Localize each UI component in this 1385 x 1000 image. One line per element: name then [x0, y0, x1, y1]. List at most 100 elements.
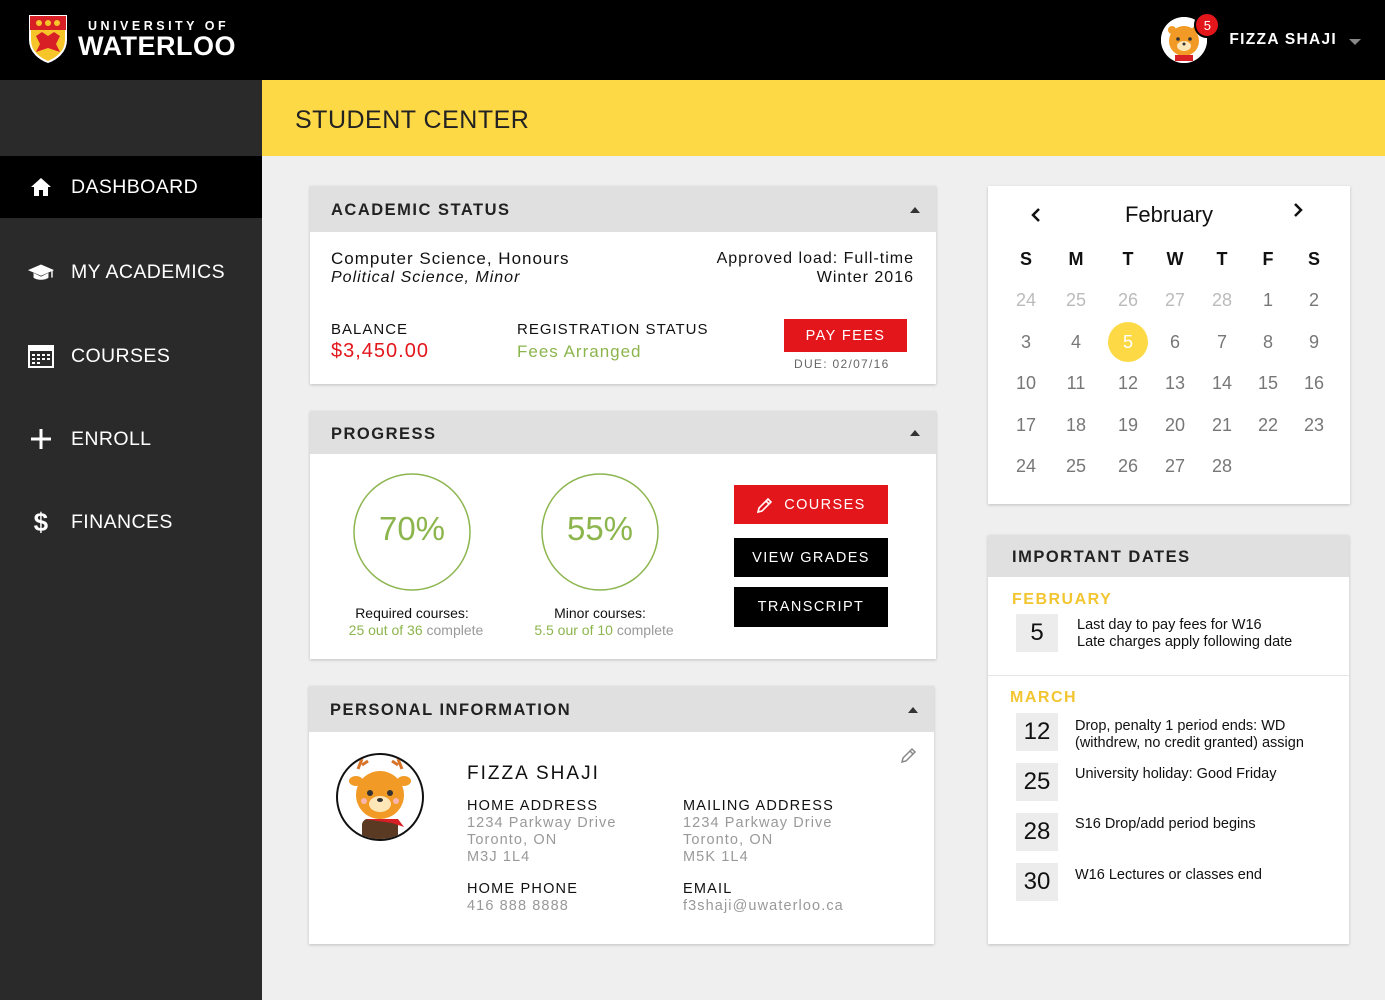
- user-name[interactable]: FIZZA SHAJI: [1229, 31, 1337, 49]
- weekday-header: W: [1166, 249, 1184, 269]
- calendar-day[interactable]: 28: [1202, 456, 1242, 477]
- sidebar-item-dashboard[interactable]: DASHBOARD: [0, 156, 262, 218]
- home-address: 1234 Parkway Drive Toronto, ON M3J 1L4: [467, 815, 617, 866]
- calendar-day[interactable]: 26: [1108, 456, 1148, 477]
- chevron-down-icon[interactable]: [1349, 38, 1361, 45]
- balance-label: BALANCE: [331, 321, 409, 338]
- calendar-day[interactable]: 6: [1155, 332, 1195, 353]
- collapse-icon[interactable]: [908, 707, 918, 713]
- calendar-day[interactable]: 17: [1006, 415, 1046, 436]
- sidebar-item-label: COURSES: [71, 344, 171, 367]
- calendar-day[interactable]: 18: [1056, 415, 1096, 436]
- shield-crest-icon: [29, 15, 67, 64]
- top-bar: UNIVERSITY OF WATERLOO 5 FIZZA SHAJI: [0, 0, 1385, 80]
- weekday-header: S: [1019, 249, 1032, 269]
- calendar-day-outside-month[interactable]: 27: [1155, 290, 1195, 311]
- calendar-day[interactable]: 19: [1108, 415, 1148, 436]
- home-icon: [27, 173, 55, 201]
- mailing-address-label: MAILING ADDRESS: [683, 798, 834, 814]
- edit-pencil-icon[interactable]: [900, 746, 918, 764]
- calendar-day[interactable]: 23: [1294, 415, 1334, 436]
- calendar-day-outside-month[interactable]: 25: [1056, 290, 1096, 311]
- calendar-next-button[interactable]: [1292, 202, 1304, 223]
- date-description: Drop, penalty 1 period ends: WD (withdre…: [1075, 718, 1304, 752]
- calendar-day-outside-month[interactable]: 28: [1202, 290, 1242, 311]
- academic-status-card: ACADEMIC STATUS Computer Science, Honour…: [310, 186, 936, 384]
- calendar-day[interactable]: 20: [1155, 415, 1195, 436]
- calendar-day[interactable]: 8: [1248, 332, 1288, 353]
- card-header[interactable]: PERSONAL INFORMATION: [309, 686, 934, 732]
- calendar-day[interactable]: 12: [1108, 373, 1148, 394]
- calendar-day-outside-month[interactable]: 26: [1108, 290, 1148, 311]
- weekday-header: T: [1122, 249, 1134, 269]
- required-progress-ring: 70%: [352, 472, 472, 592]
- card-header: IMPORTANT DATES: [988, 535, 1349, 577]
- calendar-grid-icon: [27, 342, 55, 370]
- sidebar-item-label: ENROLL: [71, 427, 152, 450]
- transcript-button[interactable]: TRANSCRIPT: [734, 587, 888, 627]
- required-caption: Required courses:: [355, 605, 469, 621]
- card-title: IMPORTANT DATES: [1012, 548, 1191, 566]
- view-grades-button[interactable]: VIEW GRADES: [734, 538, 888, 577]
- calendar-day[interactable]: 10: [1006, 373, 1046, 394]
- calendar-day[interactable]: 16: [1294, 373, 1334, 394]
- date-badge: 25: [1016, 763, 1058, 801]
- home-phone: 416 888 8888: [467, 898, 569, 914]
- date-description-line: (withdrew, no credit granted) assign: [1075, 735, 1304, 751]
- calendar-day[interactable]: 13: [1155, 373, 1195, 394]
- calendar-day[interactable]: 27: [1155, 456, 1195, 477]
- minor-detail: 5.5 our of 10 complete: [520, 622, 688, 638]
- calendar-day[interactable]: 11: [1056, 373, 1096, 394]
- card-title: ACADEMIC STATUS: [331, 201, 511, 219]
- sidebar-item-label: MY ACADEMICS: [71, 260, 225, 283]
- calendar-day[interactable]: 25: [1056, 456, 1096, 477]
- calendar-day-outside-month[interactable]: 24: [1006, 290, 1046, 311]
- sidebar-item-enroll[interactable]: ENROLL: [0, 408, 262, 470]
- university-logo[interactable]: UNIVERSITY OF WATERLOO: [28, 14, 236, 64]
- home-address-label: HOME ADDRESS: [467, 798, 599, 814]
- pay-fees-button[interactable]: PAY FEES: [784, 319, 907, 352]
- month-label-february: FEBRUARY: [1012, 591, 1113, 608]
- profile-avatar: [336, 753, 424, 841]
- calendar-day[interactable]: 7: [1202, 332, 1242, 353]
- calendar-day[interactable]: 9: [1294, 332, 1334, 353]
- card-title: PERSONAL INFORMATION: [330, 701, 572, 719]
- calendar-day[interactable]: 24: [1006, 456, 1046, 477]
- sidebar-item-courses[interactable]: COURSES: [0, 325, 262, 387]
- calendar-day[interactable]: 1: [1248, 290, 1288, 311]
- courses-button[interactable]: COURSES: [734, 485, 888, 524]
- calendar-day[interactable]: 3: [1006, 332, 1046, 353]
- home-address-line: M3J 1L4: [467, 849, 531, 865]
- sidebar-item-finances[interactable]: $ FINANCES: [0, 491, 262, 553]
- weekday-header: F: [1262, 249, 1274, 269]
- logo-waterloo: WATERLOO: [78, 31, 236, 61]
- progress-card: PROGRESS 70% Required courses: 25 out of…: [310, 411, 936, 659]
- notification-badge[interactable]: 5: [1194, 12, 1221, 38]
- collapse-icon[interactable]: [910, 207, 920, 213]
- user-avatar[interactable]: 5: [1161, 12, 1221, 63]
- mailing-address-line: 1234 Parkway Drive: [683, 815, 833, 831]
- page-header: STUDENT CENTER: [262, 80, 1385, 156]
- calendar-day[interactable]: 4: [1056, 332, 1096, 353]
- sidebar-item-my-academics[interactable]: MY ACADEMICS: [0, 241, 262, 303]
- calendar-day[interactable]: 2: [1294, 290, 1334, 311]
- sidebar: DASHBOARD MY ACADEMICS COURSES ENROLL $ …: [0, 80, 262, 1000]
- calendar-day-selected[interactable]: 5: [1108, 322, 1148, 362]
- card-header[interactable]: ACADEMIC STATUS: [310, 186, 936, 232]
- date-badge: 30: [1016, 863, 1058, 901]
- user-menu[interactable]: 5 FIZZA SHAJI: [1161, 12, 1361, 66]
- calendar-day[interactable]: 21: [1202, 415, 1242, 436]
- calendar-day[interactable]: 15: [1248, 373, 1288, 394]
- mailing-address-line: Toronto, ON: [683, 832, 774, 848]
- calendar-day[interactable]: 22: [1248, 415, 1288, 436]
- date-badge: 12: [1016, 713, 1058, 751]
- card-header[interactable]: PROGRESS: [310, 411, 936, 454]
- program-name: Computer Science, Honours: [331, 249, 570, 268]
- date-description-line: Late charges apply following date: [1077, 634, 1293, 650]
- page-title: STUDENT CENTER: [295, 106, 530, 134]
- calendar-day[interactable]: 14: [1202, 373, 1242, 394]
- collapse-icon[interactable]: [910, 430, 920, 436]
- courses-button-label: COURSES: [784, 496, 866, 513]
- email[interactable]: f3shaji@uwaterloo.ca: [683, 898, 844, 914]
- registration-status-label: REGISTRATION STATUS: [517, 321, 709, 338]
